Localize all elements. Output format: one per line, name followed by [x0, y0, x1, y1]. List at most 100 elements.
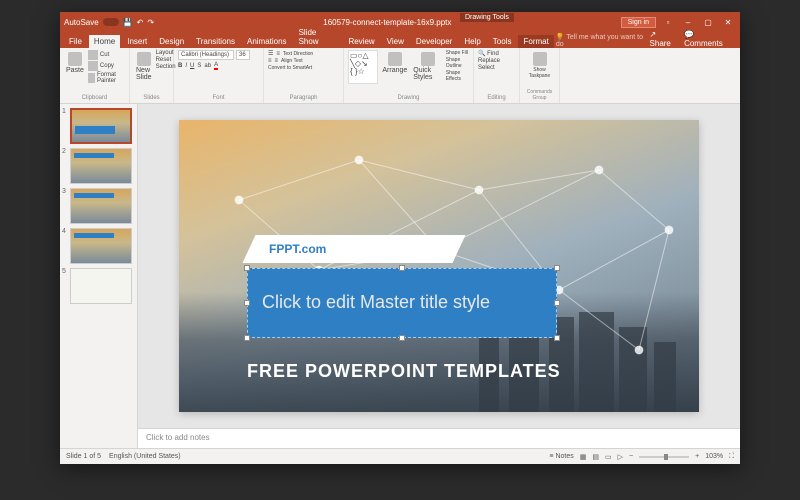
zoom-level[interactable]: 103%: [705, 453, 723, 460]
align-left-button[interactable]: ≡: [268, 58, 272, 64]
thumbnail-1[interactable]: [70, 108, 132, 144]
watermark: FREE POWERPOINT TEMPLATES: [247, 361, 561, 382]
tab-view[interactable]: View: [382, 35, 409, 48]
brush-icon: [88, 73, 95, 83]
numbering-button[interactable]: ≡: [276, 51, 280, 57]
shapes-gallery[interactable]: ▭○△╲◇↘{ }☆: [348, 50, 378, 84]
resize-handle[interactable]: [399, 335, 405, 341]
shape-outline-button[interactable]: Shape Outline: [446, 57, 469, 69]
tab-design[interactable]: Design: [154, 35, 189, 48]
signin-button[interactable]: Sign in: [621, 17, 656, 28]
shape-effects-button[interactable]: Shape Effects: [446, 70, 469, 82]
strike-button[interactable]: S: [197, 63, 201, 69]
tab-tools[interactable]: Tools: [488, 35, 517, 48]
share-button[interactable]: ↗ Share: [650, 30, 679, 48]
slideshow-view-icon[interactable]: ▷: [618, 453, 623, 461]
bullets-button[interactable]: ☰: [268, 50, 273, 57]
close-icon[interactable]: ✕: [720, 18, 736, 27]
autosave-toggle[interactable]: [103, 18, 119, 26]
shadow-button[interactable]: ab: [204, 63, 211, 69]
resize-handle[interactable]: [244, 265, 250, 271]
drawing-tools-tag: Drawing Tools: [460, 13, 514, 22]
resize-handle[interactable]: [554, 265, 560, 271]
tab-file[interactable]: File: [64, 35, 87, 48]
status-bar: Slide 1 of 5 English (United States) ≡ N…: [60, 448, 740, 464]
quick-styles-button[interactable]: Quick Styles: [411, 50, 444, 95]
resize-handle[interactable]: [554, 335, 560, 341]
tab-help[interactable]: Help: [459, 35, 485, 48]
tab-review[interactable]: Review: [343, 35, 379, 48]
normal-view-icon[interactable]: ▦: [580, 453, 587, 461]
cut-button[interactable]: Cut: [88, 50, 125, 60]
text-direction-button[interactable]: Text Direction: [283, 51, 313, 57]
underline-button[interactable]: U: [190, 63, 194, 69]
copy-icon: [88, 61, 98, 71]
new-slide-icon: [137, 52, 151, 66]
filename: 160579-connect-template-16x9.pptx: [154, 18, 621, 27]
tab-slideshow[interactable]: Slide Show: [294, 26, 342, 48]
thumbnail-5[interactable]: [70, 268, 132, 304]
ribbon-options-icon[interactable]: ▫: [660, 18, 676, 27]
resize-handle[interactable]: [554, 300, 560, 306]
titlebar: AutoSave 💾 ↶ ↷ 160579-connect-template-1…: [60, 12, 740, 32]
tab-home[interactable]: Home: [89, 35, 120, 48]
new-slide-button[interactable]: New Slide: [134, 50, 154, 95]
italic-button[interactable]: I: [185, 63, 187, 69]
zoom-slider[interactable]: [639, 456, 689, 458]
layout-button[interactable]: Layout: [156, 50, 176, 56]
app-window: AutoSave 💾 ↶ ↷ 160579-connect-template-1…: [60, 12, 740, 464]
bold-button[interactable]: B: [178, 63, 182, 69]
undo-icon[interactable]: ↶: [137, 18, 144, 27]
thumbnail-4[interactable]: [70, 228, 132, 264]
font-color-button[interactable]: A: [214, 62, 218, 70]
thumbnail-3[interactable]: [70, 188, 132, 224]
minimize-icon[interactable]: –: [680, 18, 696, 27]
maximize-icon[interactable]: ▢: [700, 18, 716, 27]
resize-handle[interactable]: [244, 300, 250, 306]
fit-window-icon[interactable]: ⛶: [729, 453, 734, 461]
copy-button[interactable]: Copy: [88, 61, 125, 71]
zoom-out-button[interactable]: −: [629, 453, 633, 460]
title-placeholder[interactable]: Click to edit Master title style: [247, 268, 557, 338]
shape-fill-button[interactable]: Shape Fill: [446, 50, 469, 56]
ribbon: Paste Cut Copy Format Painter Clipboard …: [60, 48, 740, 104]
tab-format[interactable]: Format: [518, 35, 553, 48]
slide-canvas[interactable]: FPPT.com Click to edit Master title styl…: [138, 104, 740, 428]
notes-pane[interactable]: Click to add notes: [138, 428, 740, 448]
align-center-button[interactable]: ≡: [275, 58, 279, 64]
save-icon[interactable]: 💾: [123, 18, 133, 27]
find-button[interactable]: 🔍 Find: [478, 50, 515, 57]
paste-button[interactable]: Paste: [64, 50, 86, 95]
show-taskpane-button[interactable]: Show Taskpane: [524, 50, 555, 81]
slide: FPPT.com Click to edit Master title styl…: [179, 120, 699, 412]
tab-developer[interactable]: Developer: [411, 35, 457, 48]
zoom-in-button[interactable]: +: [695, 453, 699, 460]
format-painter-button[interactable]: Format Painter: [88, 72, 125, 84]
sorter-view-icon[interactable]: ▤: [592, 453, 599, 461]
tab-transitions[interactable]: Transitions: [191, 35, 240, 48]
resize-handle[interactable]: [399, 265, 405, 271]
tab-insert[interactable]: Insert: [122, 35, 152, 48]
redo-icon[interactable]: ↷: [147, 18, 154, 27]
font-size-select[interactable]: 36: [236, 50, 250, 60]
comments-button[interactable]: 💬 Comments: [684, 30, 732, 48]
slide-counter: Slide 1 of 5: [66, 453, 101, 460]
replace-button[interactable]: Replace: [478, 58, 515, 64]
section-button[interactable]: Section: [156, 64, 176, 70]
styles-icon: [421, 52, 435, 66]
autosave-label: AutoSave: [64, 18, 99, 27]
tell-me[interactable]: 💡 Tell me what you want to do: [556, 33, 648, 48]
paste-icon: [68, 52, 82, 66]
select-button[interactable]: Select: [478, 65, 515, 71]
tab-animations[interactable]: Animations: [242, 35, 292, 48]
font-name-select[interactable]: Calibri (Headings): [178, 50, 234, 60]
reset-button[interactable]: Reset: [156, 57, 176, 63]
smartart-button[interactable]: Convert to SmartArt: [268, 65, 312, 71]
thumbnail-2[interactable]: [70, 148, 132, 184]
notes-toggle[interactable]: ≡ Notes: [549, 453, 573, 460]
resize-handle[interactable]: [244, 335, 250, 341]
reading-view-icon[interactable]: ▭: [605, 453, 612, 461]
arrange-button[interactable]: Arrange: [380, 50, 409, 95]
language-status[interactable]: English (United States): [109, 453, 181, 460]
align-text-button[interactable]: Align Text: [281, 58, 303, 64]
